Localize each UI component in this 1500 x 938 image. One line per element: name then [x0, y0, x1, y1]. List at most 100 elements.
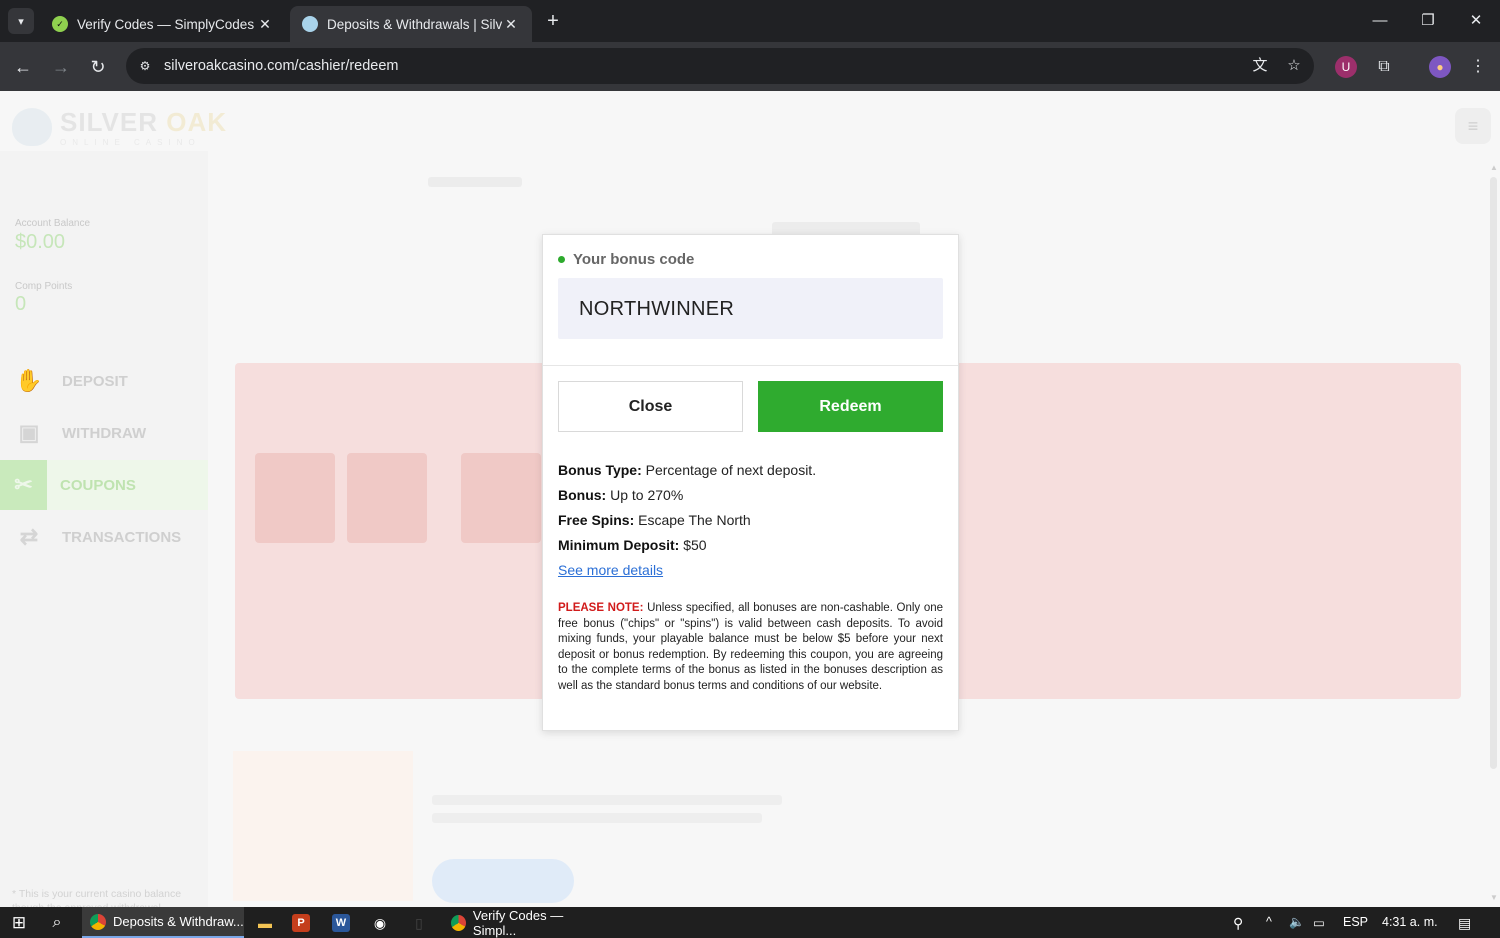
browser-toolbar: ← → ↻ ⚙ silveroakcasino.com/cashier/rede… — [0, 42, 1500, 91]
sidebar-item-withdraw[interactable]: ▣ WITHDRAW — [0, 408, 208, 458]
hand-money-icon: ✋ — [15, 368, 43, 393]
search-icon[interactable]: ⌕ — [46, 912, 68, 934]
detail-minimum-deposit: Minimum Deposit: $50 — [558, 537, 707, 553]
sidebar-item-label: DEPOSIT — [62, 372, 128, 390]
url-text[interactable]: silveroakcasino.com/cashier/redeem — [164, 58, 399, 74]
silveroak-shield-icon — [302, 16, 318, 32]
ublock-shield-icon[interactable]: U — [1335, 56, 1357, 78]
windows-start-icon[interactable]: ⊞ — [8, 912, 30, 934]
reload-icon[interactable]: ↻ — [85, 54, 111, 80]
account-balance-value: $0.00 — [15, 231, 66, 253]
detail-value: Up to 270% — [610, 487, 684, 503]
back-arrow-icon[interactable]: ← — [10, 54, 36, 80]
close-button[interactable]: Close — [558, 381, 743, 432]
address-bar[interactable]: ⚙ silveroakcasino.com/cashier/redeem 文 ☆ — [126, 48, 1314, 84]
detail-value: Percentage of next deposit. — [645, 462, 817, 478]
modal-heading: Your bonus code — [558, 251, 694, 268]
extensions-puzzle-icon[interactable]: ⧉ — [1373, 56, 1395, 78]
account-balance-label: Account Balance — [15, 218, 91, 229]
modal-divider — [543, 365, 958, 366]
browser-tab-strip: ▾ ✓ Verify Codes — SimplyCodes ✕ Deposit… — [0, 0, 1500, 42]
sidebar-item-label: COUPONS — [60, 476, 136, 494]
network-icon[interactable]: ▭ — [1313, 915, 1325, 930]
powerpoint-icon[interactable]: P — [292, 914, 310, 932]
sidebar-item-coupons[interactable]: ✂ COUPONS — [0, 460, 208, 510]
site-info-tune-icon[interactable]: ⚙ — [136, 57, 154, 75]
silver-oak-logo[interactable]: SILVER OAK ONLINE CASINO — [12, 107, 227, 147]
detail-label: Bonus: — [558, 487, 607, 503]
ticket-icon: ✂ — [0, 460, 47, 510]
promo-card-image — [233, 751, 413, 901]
taskbar-app-deposits[interactable]: Deposits & Withdraw... — [82, 907, 244, 938]
tab-verify-codes[interactable]: ✓ Verify Codes — SimplyCodes ✕ — [40, 6, 286, 42]
arrows-exchange-icon: ⇄ — [19, 524, 39, 549]
hamburger-menu-icon[interactable]: ≡ — [1455, 108, 1491, 144]
status-dot-icon — [558, 256, 565, 263]
people-icon[interactable]: ⚲ — [1233, 915, 1243, 932]
detail-bonus: Bonus: Up to 270% — [558, 487, 683, 503]
more-menu-icon[interactable]: ⋮ — [1467, 56, 1489, 78]
file-explorer-icon[interactable]: ▬ — [254, 912, 276, 934]
close-tab-icon[interactable]: ✕ — [256, 16, 274, 33]
banner-tile — [347, 453, 427, 543]
promo-button-placeholder — [432, 859, 574, 903]
app-placeholder-icon[interactable]: ▯ — [408, 912, 430, 934]
banner-tile — [461, 453, 541, 543]
app-circle-icon[interactable]: ◉ — [369, 912, 391, 934]
cashier-sidebar: Account Balance $0.00 Comp Points 0 ✋ DE… — [0, 151, 208, 907]
redeem-button[interactable]: Redeem — [758, 381, 943, 432]
profile-avatar[interactable]: ● — [1429, 56, 1451, 78]
chrome-icon — [451, 914, 466, 931]
brand-accent-word: OAK — [166, 107, 227, 137]
sidebar-item-label: TRANSACTIONS — [62, 528, 182, 546]
tab-title: Deposits & Withdrawals | Silver — [327, 16, 502, 32]
detail-label: Bonus Type: — [558, 462, 642, 478]
sidebar-item-deposit[interactable]: ✋ DEPOSIT — [0, 356, 208, 406]
window-close-icon[interactable]: ✕ — [1463, 8, 1489, 34]
comp-points-label: Comp Points — [15, 281, 73, 292]
bonus-code-value: NORTHWINNER — [579, 298, 735, 320]
chevron-up-icon[interactable]: ^ — [1266, 915, 1272, 929]
detail-free-spins: Free Spins: Escape The North — [558, 512, 751, 528]
forward-arrow-icon[interactable]: → — [48, 54, 74, 80]
word-icon[interactable]: W — [332, 914, 350, 932]
scrollbar-thumb[interactable] — [1490, 177, 1497, 769]
note-label: PLEASE NOTE: — [558, 602, 644, 614]
clock[interactable]: 4:31 a. m. — [1382, 915, 1438, 929]
bonus-code-field[interactable]: NORTHWINNER — [558, 278, 943, 339]
language-indicator[interactable]: ESP — [1343, 915, 1368, 929]
atm-icon: ▣ — [18, 420, 40, 445]
detail-label: Minimum Deposit: — [558, 537, 680, 553]
see-more-details-link[interactable]: See more details — [558, 562, 663, 578]
chrome-icon — [90, 913, 106, 930]
sidebar-item-label: WITHDRAW — [62, 424, 147, 442]
volume-icon[interactable]: 🔈 — [1289, 915, 1305, 930]
close-tab-icon[interactable]: ✕ — [502, 16, 520, 33]
restore-icon[interactable]: ❐ — [1415, 8, 1441, 34]
scroll-up-arrow-icon[interactable]: ▲ — [1488, 163, 1500, 172]
simplycodes-check-icon: ✓ — [52, 16, 68, 32]
minimize-icon[interactable]: — — [1367, 8, 1393, 34]
bookmark-star-icon[interactable]: ☆ — [1284, 56, 1304, 76]
detail-value: Escape The North — [638, 512, 751, 528]
translate-icon[interactable]: 文 — [1250, 56, 1270, 76]
modal-heading-text: Your bonus code — [573, 251, 695, 268]
balance-footnote: * This is your current casino balance th… — [12, 888, 182, 907]
note-text: Unless specified, all bonuses are non-ca… — [558, 602, 944, 692]
page-scrollbar[interactable]: ▲ ▼ — [1488, 163, 1500, 907]
tab-search-chevron-icon[interactable]: ▾ — [8, 8, 34, 34]
notifications-icon[interactable]: ▤ — [1458, 915, 1471, 932]
bonus-code-modal: Your bonus code NORTHWINNER Close Redeem… — [542, 234, 959, 731]
detail-value: $50 — [683, 537, 707, 553]
new-tab-plus-icon[interactable]: + — [542, 10, 564, 32]
taskbar-app-label: Deposits & Withdraw... — [113, 914, 244, 929]
tab-deposits-withdrawals[interactable]: Deposits & Withdrawals | Silver ✕ — [290, 6, 532, 42]
taskbar-app-label: Verify Codes — Simpl... — [472, 907, 564, 938]
banner-tile — [255, 453, 335, 543]
sidebar-item-transactions[interactable]: ⇄ TRANSACTIONS — [0, 512, 208, 562]
brand-word: SILVER — [60, 107, 158, 137]
comp-points-value: 0 — [15, 293, 27, 315]
taskbar-app-verify-codes[interactable]: Verify Codes — Simpl... — [443, 907, 601, 938]
scroll-down-arrow-icon[interactable]: ▼ — [1488, 893, 1500, 902]
detail-bonus-type: Bonus Type: Percentage of next deposit. — [558, 462, 816, 478]
